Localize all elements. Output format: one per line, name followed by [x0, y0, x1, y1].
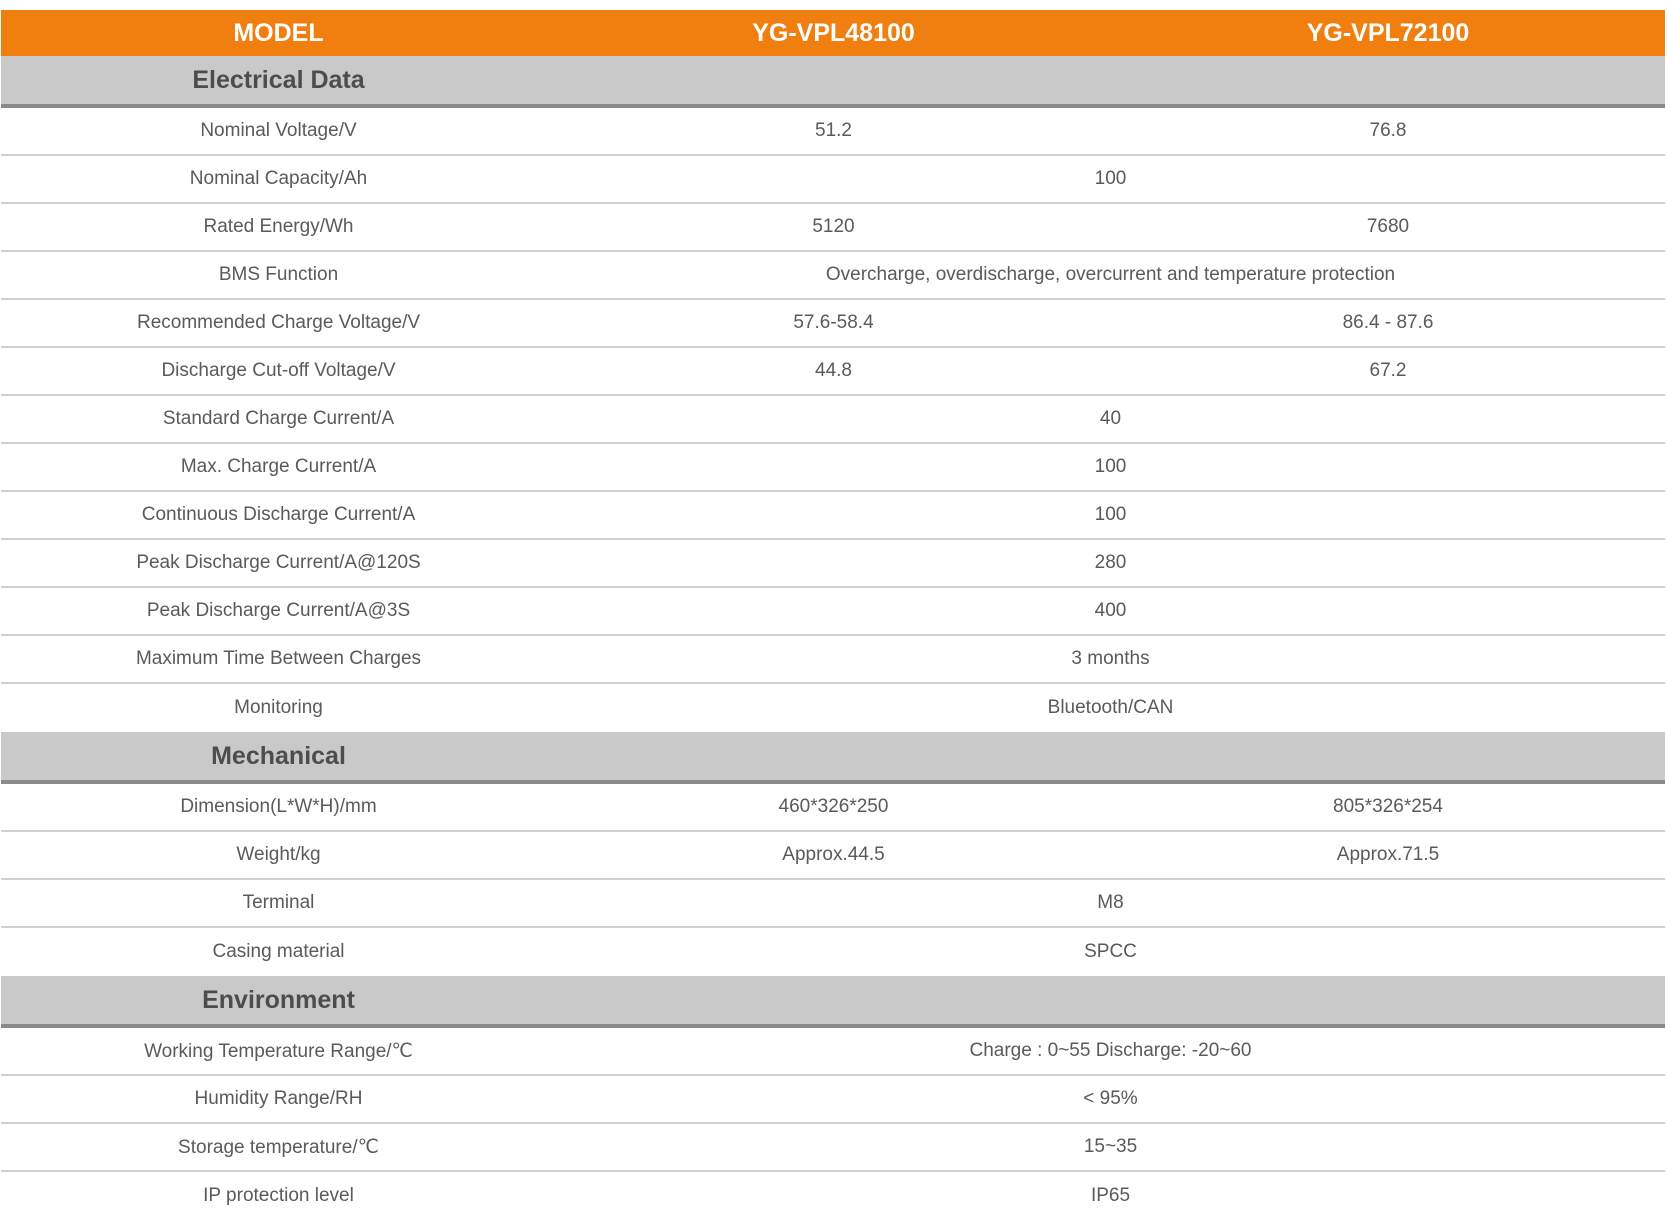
- header-row: MODEL YG-VPL48100 YG-VPL72100: [1, 10, 1665, 56]
- spec-value-48100: 57.6-58.4: [793, 312, 874, 333]
- spec-label: Nominal Voltage/V: [200, 120, 357, 141]
- spec-value-72100: 7680: [1366, 216, 1410, 237]
- section-rows: Nominal Voltage/V 51.2 76.8 Nominal Capacit…: [1, 108, 1665, 732]
- spec-value-shared: 100: [1094, 456, 1127, 477]
- spec-value-48100: 5120: [812, 216, 855, 237]
- spec-value-shared: 100: [1094, 168, 1127, 189]
- model-yg-vpl48100-header: YG-VPL48100: [752, 18, 915, 47]
- spec-label: Continuous Discharge Current/A: [141, 504, 416, 525]
- spec-table: MODEL YG-VPL48100 YG-VPL72100 Electrical…: [1, 10, 1665, 1220]
- spec-value-48100: 460*326*250: [778, 796, 889, 817]
- spec-value-72100: 76.8: [1369, 120, 1407, 141]
- spec-row: Nominal Voltage/V 51.2 76.8: [1, 108, 1665, 156]
- spec-value-72100: 805*326*254: [1333, 796, 1443, 817]
- spec-row: Dimension(L*W*H)/mm 460*326*250 805*326*25…: [1, 784, 1665, 832]
- spec-label: Dimension(L*W*H)/mm: [180, 796, 377, 817]
- spec-row: Rated Energy/Wh 5120 7680: [1, 204, 1665, 252]
- spec-label: IP protection level: [203, 1185, 354, 1206]
- section-title: Mechanical: [211, 741, 346, 770]
- spec-row: Terminal M8: [1, 880, 1665, 928]
- spec-value-shared: 40: [1099, 408, 1122, 429]
- spec-label: Rated Energy/Wh: [203, 216, 354, 237]
- section-header: Electrical Data: [1, 56, 1665, 108]
- spec-row: Nominal Capacity/Ah 100: [1, 156, 1665, 204]
- spec-value-shared: IP65: [1090, 1185, 1131, 1206]
- spec-row: Working Temperature Range/℃ Charge : 0~55…: [1, 1028, 1665, 1076]
- section-rows: Dimension(L*W*H)/mm 460*326*250 805*326*25…: [1, 784, 1665, 976]
- model-header: MODEL: [233, 18, 324, 47]
- spec-label: Maximum Time Between Charges: [135, 648, 422, 669]
- spec-row: Discharge Cut-off Voltage/V 44.8 67.2: [1, 348, 1665, 396]
- spec-label: Peak Discharge Current/A@120S: [136, 552, 421, 573]
- spec-label: Discharge Cut-off Voltage/V: [161, 360, 396, 381]
- spec-label: Working Temperature Range/℃: [144, 1040, 413, 1062]
- spec-value-72100: Approx.71.5: [1336, 844, 1440, 865]
- spec-value-shared: SPCC: [1084, 941, 1137, 962]
- spec-row: Recommended Charge Voltage/V 57.6-58.4 86.…: [1, 300, 1665, 348]
- spec-value-shared: 280: [1094, 552, 1127, 573]
- spec-row: Max. Charge Current/A 100: [1, 444, 1665, 492]
- spec-row: Weight/kg Approx.44.5 Approx.71.5: [1, 832, 1665, 880]
- spec-row: Casing material SPCC: [1, 928, 1665, 976]
- section-title: Electrical Data: [192, 65, 365, 94]
- spec-row: Maximum Time Between Charges 3 months: [1, 636, 1665, 684]
- spec-value-48100: 51.2: [815, 120, 852, 141]
- spec-row: IP protection level IP65: [1, 1172, 1665, 1220]
- spec-value-48100: 44.8: [815, 360, 852, 381]
- spec-value-shared: Charge : 0~55 Discharge: -20~60: [969, 1040, 1252, 1061]
- spec-label: Nominal Capacity/Ah: [189, 168, 368, 189]
- spec-row: Monitoring Bluetooth/CAN: [1, 684, 1665, 732]
- spec-row: Storage temperature/℃ 15~35: [1, 1124, 1665, 1172]
- spec-row: Continuous Discharge Current/A 100: [1, 492, 1665, 540]
- spec-label: Storage temperature/℃: [178, 1136, 379, 1158]
- section-title: Environment: [202, 985, 355, 1014]
- spec-value-shared: Bluetooth/CAN: [1047, 697, 1174, 718]
- spec-value-72100: 86.4 - 87.6: [1342, 312, 1434, 333]
- spec-value-shared: Overcharge, overdischarge, overcurrent a…: [825, 264, 1396, 285]
- spec-label: Humidity Range/RH: [194, 1088, 363, 1109]
- spec-row: Humidity Range/RH < 95%: [1, 1076, 1665, 1124]
- model-yg-vpl72100-header: YG-VPL72100: [1306, 18, 1470, 47]
- spec-label: Max. Charge Current/A: [180, 456, 377, 477]
- spec-label: Casing material: [212, 941, 345, 962]
- section-rows: Working Temperature Range/℃ Charge : 0~55…: [1, 1028, 1665, 1220]
- spec-value-shared: M8: [1097, 892, 1124, 913]
- spec-value-shared: 100: [1094, 504, 1127, 525]
- spec-label: BMS Function: [218, 264, 339, 285]
- spec-row: Peak Discharge Current/A@3S 400: [1, 588, 1665, 636]
- section-header: Environment: [1, 976, 1665, 1028]
- spec-value-shared: 15~35: [1083, 1136, 1138, 1157]
- spec-value-shared: < 95%: [1083, 1088, 1138, 1109]
- spec-value-shared: 400: [1094, 600, 1127, 621]
- spec-label: Standard Charge Current/A: [162, 408, 395, 429]
- spec-row: BMS Function Overcharge, overdischarge, o…: [1, 252, 1665, 300]
- section-header: Mechanical: [1, 732, 1665, 784]
- spec-body: Electrical Data Nominal Voltage/V 51.2 76.8…: [1, 56, 1665, 1220]
- spec-value-shared: 3 months: [1071, 648, 1150, 669]
- spec-label: Terminal: [242, 892, 315, 913]
- spec-label: Weight/kg: [236, 844, 321, 865]
- spec-value-48100: Approx.44.5: [782, 844, 885, 865]
- spec-label: Recommended Charge Voltage/V: [136, 312, 421, 333]
- spec-label: Peak Discharge Current/A@3S: [146, 600, 411, 621]
- spec-value-72100: 67.2: [1369, 360, 1407, 381]
- spec-row: Standard Charge Current/A 40: [1, 396, 1665, 444]
- spec-label: Monitoring: [234, 697, 323, 718]
- spec-row: Peak Discharge Current/A@120S 280: [1, 540, 1665, 588]
